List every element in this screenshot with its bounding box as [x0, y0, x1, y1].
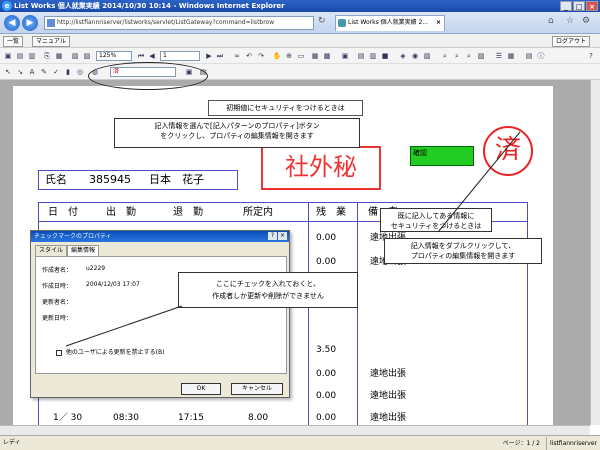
status-page: ページ：1 / 2: [502, 440, 540, 447]
callout-pointer-lines: [65, 131, 521, 347]
status-text: レディ: [3, 439, 21, 446]
status-server: listfiannriserver: [545, 437, 597, 450]
callout-pointer-line: [65, 305, 183, 347]
callout-pointer-line: [437, 131, 521, 233]
horizontal-scrollbar[interactable]: [0, 425, 590, 435]
status-bar: レディ ページ：1 / 2 listfiannriserver: [0, 435, 600, 450]
vertical-scrollbar[interactable]: [590, 80, 600, 425]
